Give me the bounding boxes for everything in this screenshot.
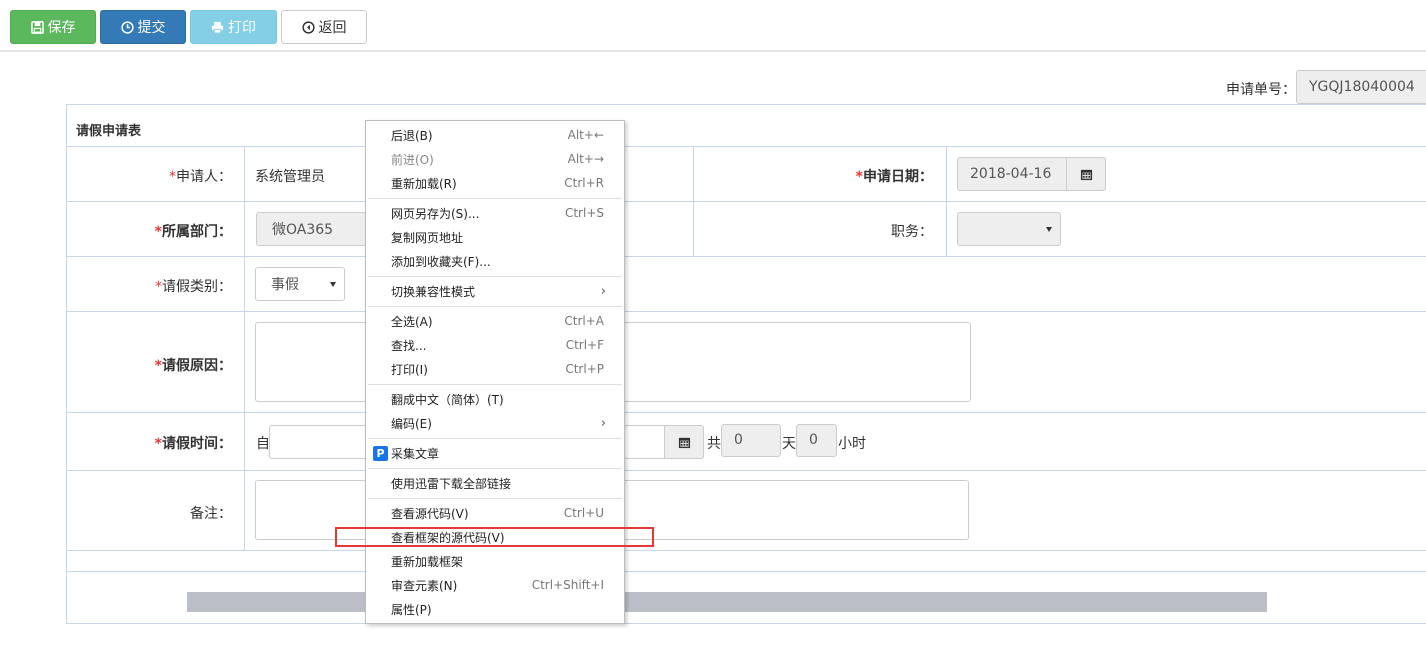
row-divider <box>66 146 1426 147</box>
end-time-input[interactable] <box>624 425 704 459</box>
leave-type-value: 事假 <box>271 277 299 293</box>
total-label: 共 <box>707 436 721 452</box>
menu-separator <box>368 384 622 385</box>
menu-item-copy-url[interactable]: 复制网页地址 <box>366 225 624 249</box>
row-divider <box>66 550 1426 551</box>
days-unit: 天 <box>782 436 796 452</box>
save-label: 保存 <box>47 20 76 36</box>
row-divider <box>66 571 1426 572</box>
row-divider <box>66 311 1426 312</box>
menu-item-encoding[interactable]: 编码(E) › <box>366 411 624 435</box>
menu-item-collect-article[interactable]: P 采集文章 <box>366 441 624 465</box>
row-divider <box>66 201 1426 202</box>
leave-type-select[interactable]: 事假 <box>255 267 345 301</box>
serial-label: 申请单号： <box>1226 82 1296 98</box>
menu-item-forward[interactable]: 前进(O) Alt+→ <box>366 147 624 171</box>
menu-item-compat-mode[interactable]: 切换兼容性模式 › <box>366 279 624 303</box>
start-time-input[interactable] <box>269 425 369 459</box>
menu-item-inspect[interactable]: 审查元素(N) Ctrl+Shift+I <box>366 573 624 597</box>
menu-item-properties[interactable]: 属性(P) <box>366 597 624 621</box>
print-label: 打印 <box>228 20 256 36</box>
row-divider <box>66 412 1426 413</box>
context-menu: 后退(B) Alt+← 前进(O) Alt+→ 重新加载(R) Ctrl+R 网页另存… <box>365 120 625 624</box>
menu-item-back[interactable]: 后退(B) Alt+← <box>366 123 624 147</box>
menu-item-view-source[interactable]: 查看源代码(V) Ctrl+U <box>366 501 624 525</box>
calendar-icon <box>1080 169 1092 180</box>
reason-label: *请假原因： <box>154 358 232 374</box>
hours-field: 0 <box>796 424 837 457</box>
p-logo-icon: P <box>373 445 388 461</box>
dept-label: *所属部门： <box>154 224 232 240</box>
arrow-circle-left-icon <box>301 20 315 34</box>
chevron-right-icon: › <box>600 283 606 299</box>
menu-item-thunder-download[interactable]: 使用迅雷下载全部链接 <box>366 471 624 495</box>
menu-item-print[interactable]: 打印(I) Ctrl+P <box>366 357 624 381</box>
menu-separator <box>368 306 622 307</box>
back-button[interactable]: 返回 <box>281 10 367 44</box>
row-divider <box>66 256 1426 257</box>
calendar-icon <box>678 437 690 448</box>
menu-separator <box>368 468 622 469</box>
position-select[interactable] <box>957 212 1061 246</box>
highlight-box <box>335 527 654 547</box>
menu-separator <box>368 198 622 199</box>
menu-item-save-as[interactable]: 网页另存为(S)... Ctrl+S <box>366 201 624 225</box>
menu-separator <box>368 276 622 277</box>
printer-icon <box>211 21 224 34</box>
remark-label: 备注： <box>190 506 232 522</box>
from-label: 自 <box>256 436 270 452</box>
col-divider <box>946 146 947 256</box>
apply-date-value: 2018-04-16 <box>970 166 1052 182</box>
position-label: 职务： <box>891 224 933 240</box>
apply-date-field[interactable]: 2018-04-16 <box>957 157 1106 191</box>
menu-item-translate[interactable]: 翻成中文（简体）(T) <box>366 387 624 411</box>
row-divider <box>66 470 1426 471</box>
col-divider <box>693 146 694 256</box>
leave-type-label: *请假类别： <box>155 279 232 295</box>
chevron-right-icon: › <box>600 415 606 431</box>
floppy-icon <box>30 20 44 34</box>
leave-time-label: *请假时间： <box>154 436 232 452</box>
menu-item-add-favorite[interactable]: 添加到收藏夹(F)... <box>366 249 624 273</box>
menu-separator <box>368 498 622 499</box>
dept-select[interactable]: 微OA365 <box>256 212 376 246</box>
menu-item-select-all[interactable]: 全选(A) Ctrl+A <box>366 309 624 333</box>
form-title: 请假申请表 <box>76 124 142 139</box>
footer-bar <box>187 592 1267 612</box>
calendar-button[interactable] <box>664 425 704 459</box>
back-label: 返回 <box>318 20 347 36</box>
submit-label: 提交 <box>137 20 166 36</box>
submit-button[interactable]: 提交 <box>100 10 186 44</box>
calendar-button[interactable] <box>1066 157 1106 191</box>
serial-field: YGQJ18040004 <box>1296 70 1426 104</box>
days-field: 0 <box>721 424 781 457</box>
toolbar: 保存 提交 打印 返回 <box>0 0 1426 52</box>
save-button[interactable]: 保存 <box>10 10 96 44</box>
menu-item-reload[interactable]: 重新加载(R) Ctrl+R <box>366 171 624 195</box>
chevron-down-icon <box>330 282 336 287</box>
clock-icon <box>120 20 134 34</box>
applicant-label: *申请人： <box>169 169 232 185</box>
menu-separator <box>368 438 622 439</box>
hours-unit: 小时 <box>838 436 866 452</box>
apply-date-label: *申请日期： <box>855 169 933 185</box>
dept-value: 微OA365 <box>272 222 334 238</box>
chevron-down-icon <box>1046 227 1052 232</box>
applicant-value: 系统管理员 <box>255 169 325 185</box>
print-button[interactable]: 打印 <box>190 10 277 44</box>
menu-item-find[interactable]: 查找... Ctrl+F <box>366 333 624 357</box>
col-divider <box>244 146 245 550</box>
menu-item-reload-frame[interactable]: 重新加载框架 <box>366 549 624 573</box>
